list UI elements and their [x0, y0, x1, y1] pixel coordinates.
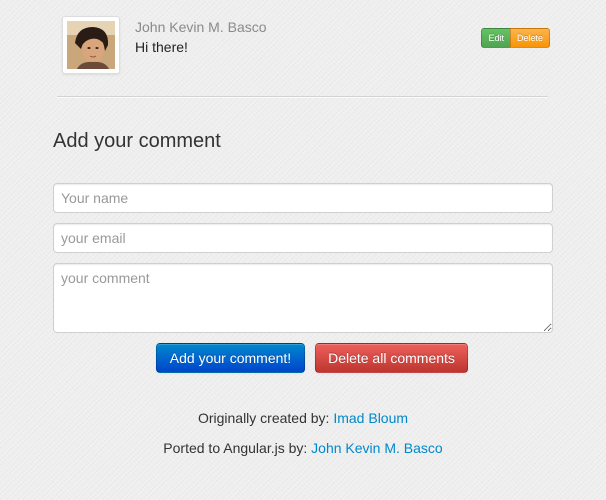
page: John Kevin M. Basco Hi there! Edit Delet… — [0, 0, 606, 500]
comment-actions: Edit Delete — [481, 28, 550, 48]
comment-textarea[interactable] — [53, 263, 553, 333]
delete-all-comments-button[interactable]: Delete all comments — [315, 343, 468, 373]
avatar — [62, 16, 120, 74]
footer-credit-original: Originally created by: Imad Bloum — [0, 410, 606, 426]
footer-port-label: Ported to Angular.js by: — [163, 440, 308, 456]
footer-original-label: Originally created by: — [197, 410, 330, 426]
form-actions: Add your comment! Delete all comments — [156, 343, 468, 373]
edit-button[interactable]: Edit — [481, 28, 510, 48]
divider — [57, 96, 548, 98]
email-input[interactable] — [53, 223, 553, 253]
name-input[interactable] — [53, 183, 553, 213]
comment-item: John Kevin M. Basco Hi there! Edit Delet… — [62, 16, 550, 76]
form-title: Add your comment — [53, 130, 221, 152]
original-author-link[interactable]: Imad Bloum — [333, 410, 408, 426]
footer-credit-port: Ported to Angular.js by: John Kevin M. B… — [0, 440, 606, 456]
comment-text: Hi there! — [135, 39, 188, 55]
comment-author: John Kevin M. Basco — [135, 19, 267, 35]
user-photo-icon — [67, 21, 115, 69]
port-author-link[interactable]: John Kevin M. Basco — [311, 440, 443, 456]
delete-button[interactable]: Delete — [509, 28, 550, 48]
add-comment-button[interactable]: Add your comment! — [156, 343, 305, 373]
